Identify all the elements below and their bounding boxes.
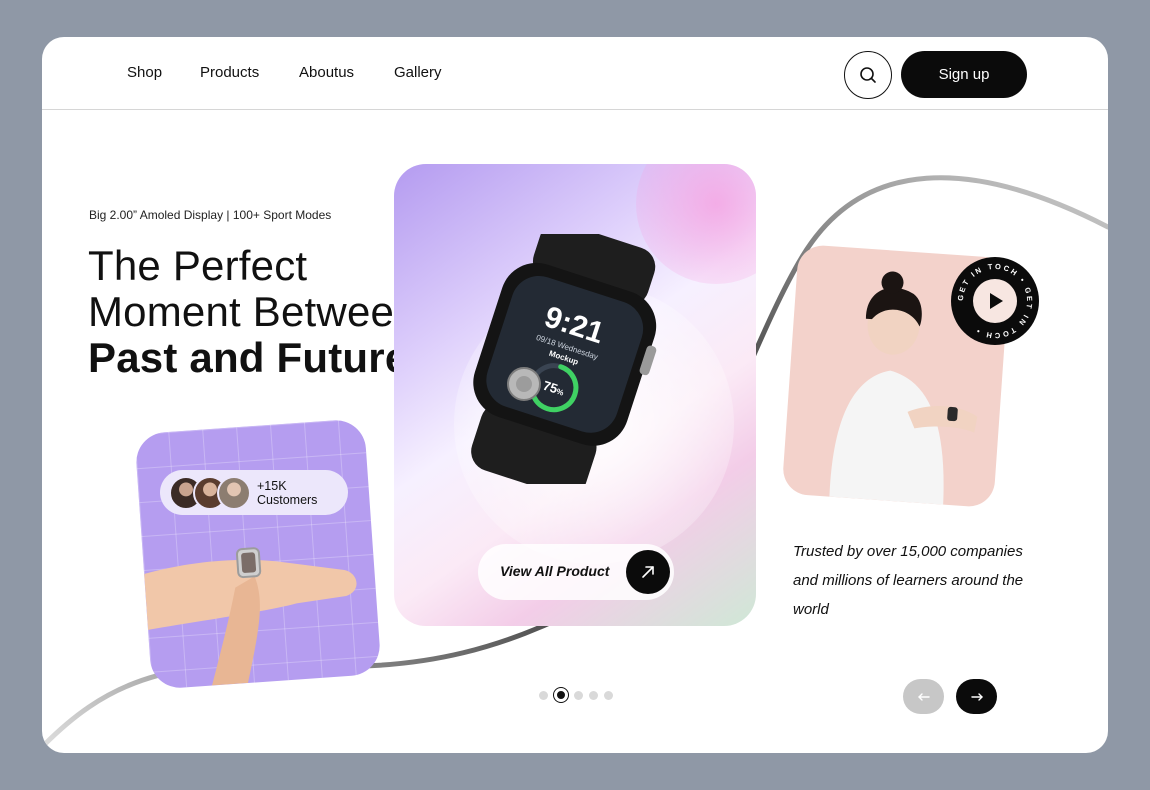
avatar [217, 475, 251, 510]
hero-eyebrow: Big 2.00” Amoled Display | 100+ Sport Mo… [89, 208, 332, 222]
carousel-dot[interactable] [589, 690, 598, 700]
view-all-product-button[interactable]: View All Product [478, 544, 674, 600]
carousel-dot[interactable] [604, 690, 613, 700]
nav-link-gallery[interactable]: Gallery [394, 64, 442, 81]
hero-title-line-3: Past and Future [88, 334, 409, 381]
top-nav: Shop Products Aboutus Gallery Sign up [42, 37, 1108, 110]
search-icon [860, 67, 876, 83]
view-all-product-label: View All Product [500, 563, 610, 579]
hero-title-line-1: The Perfect [88, 242, 308, 289]
view-all-arrow-button[interactable] [626, 550, 670, 594]
get-in-touch-badge[interactable]: GET IN TOCH • GET IN TOCH • [950, 256, 1040, 346]
carousel-dot[interactable] [539, 690, 548, 700]
signup-button[interactable]: Sign up [901, 51, 1027, 98]
nav-link-shop[interactable]: Shop [127, 64, 162, 81]
carousel-dots [539, 688, 619, 702]
nav-link-products[interactable]: Products [200, 64, 259, 81]
arrow-right-icon [970, 692, 983, 701]
nav-link-aboutus[interactable]: Aboutus [299, 64, 354, 81]
landing-page: Shop Products Aboutus Gallery Sign up Bi… [42, 37, 1108, 753]
arrow-left-icon [917, 692, 930, 701]
hero-title-line-2: Moment Between [88, 288, 418, 335]
customers-card [134, 418, 382, 690]
arrow-up-right-icon [642, 566, 654, 578]
customers-count: +15K Customers [257, 478, 318, 507]
carousel-dot-active[interactable] [554, 688, 568, 702]
product-card: 9:21 09/18 Wednesday Mockup 75% View All… [394, 164, 756, 626]
trusted-statement: Trusted by over 15,000 companies and mil… [793, 543, 1024, 618]
carousel-dot[interactable] [574, 690, 583, 700]
smartwatch-image: 9:21 09/18 Wednesday Mockup 75% [471, 234, 657, 484]
customers-pill: +15K Customers [160, 470, 348, 515]
wrist-watch-photo [144, 547, 357, 686]
search-button[interactable] [844, 51, 892, 99]
previous-button[interactable] [903, 679, 944, 714]
next-button[interactable] [956, 679, 997, 714]
avatar-group [169, 475, 251, 510]
